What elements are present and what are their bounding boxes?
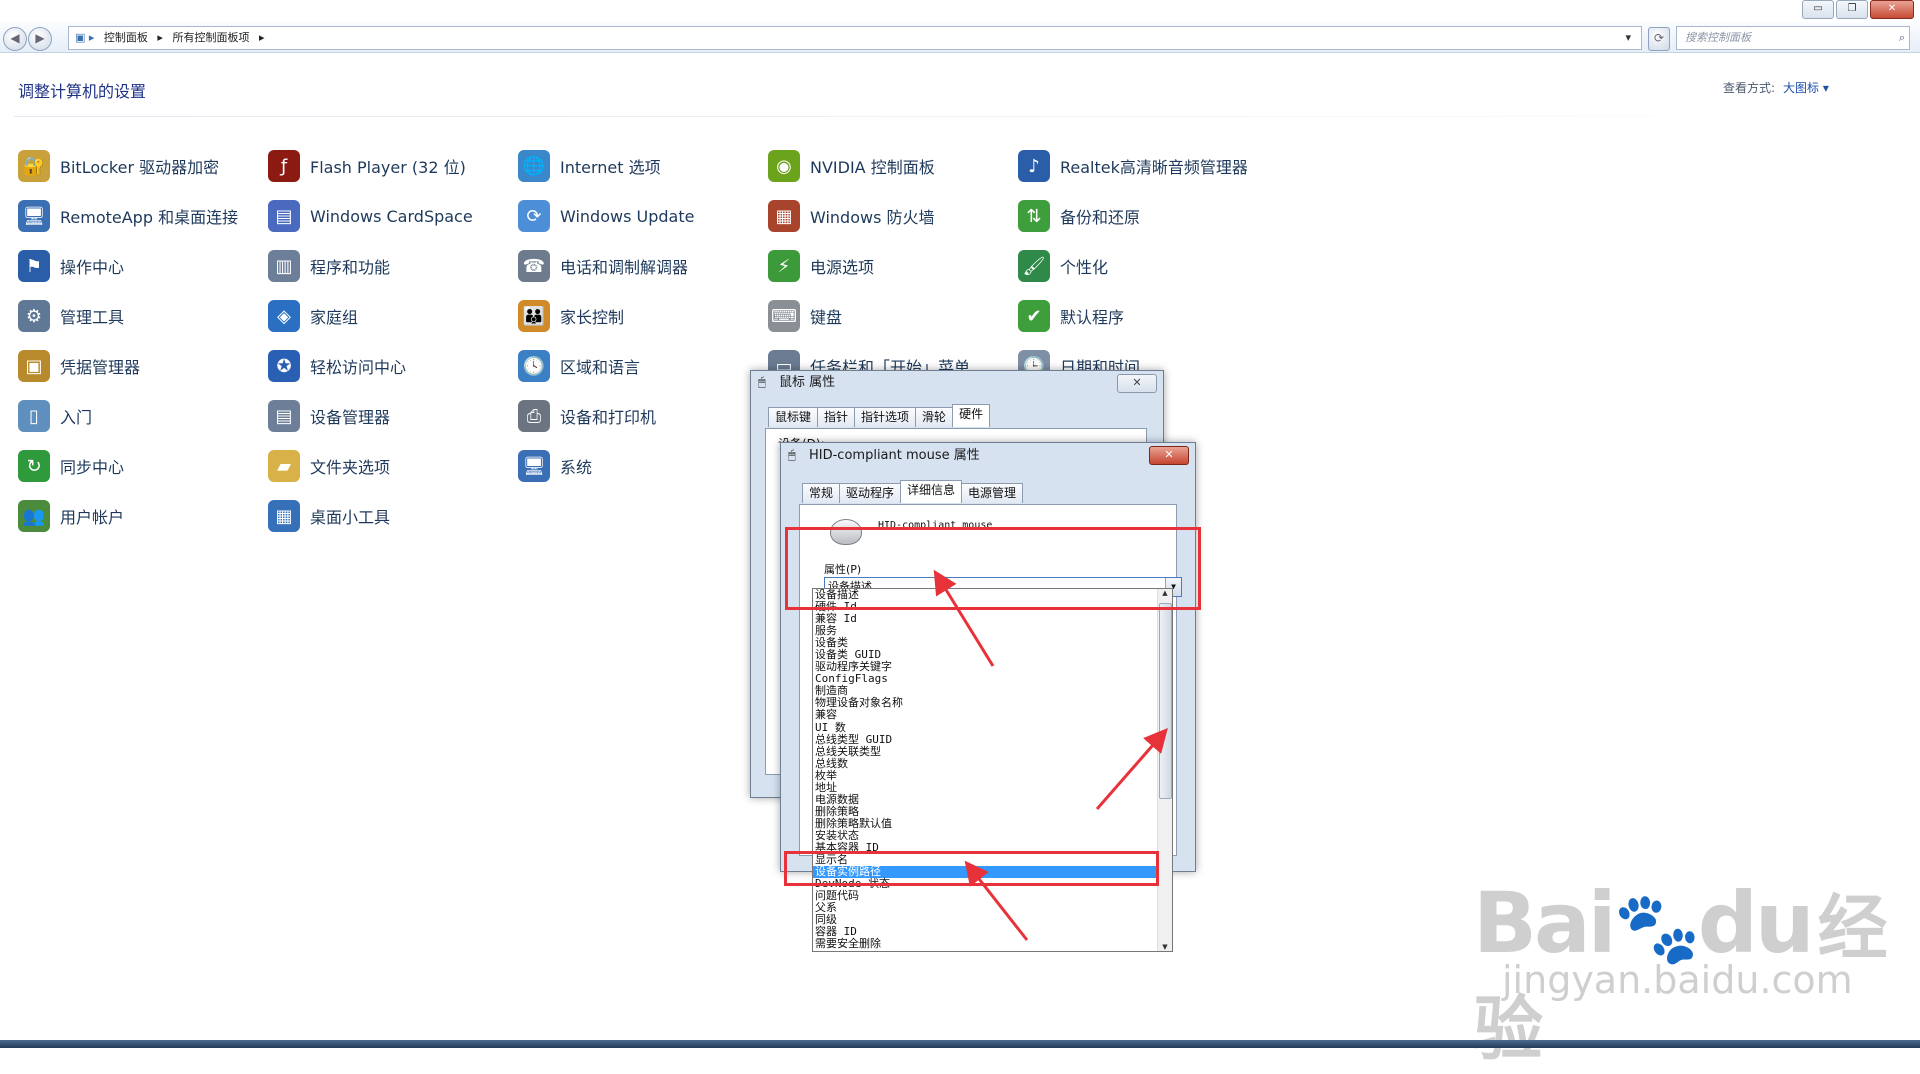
arrow-to-property: [933, 569, 995, 667]
watermark-url: jingyan.baidu.com: [1502, 958, 1853, 1002]
arrow-to-instance-path: [964, 860, 1029, 941]
mouse-tab[interactable]: 硬件: [952, 404, 991, 427]
taskbar: [0, 1040, 1920, 1048]
arrow-to-scrollbar: [1095, 727, 1168, 810]
paw-icon: 🐾: [1613, 887, 1701, 969]
hid-tab[interactable]: 详细信息: [900, 480, 963, 503]
